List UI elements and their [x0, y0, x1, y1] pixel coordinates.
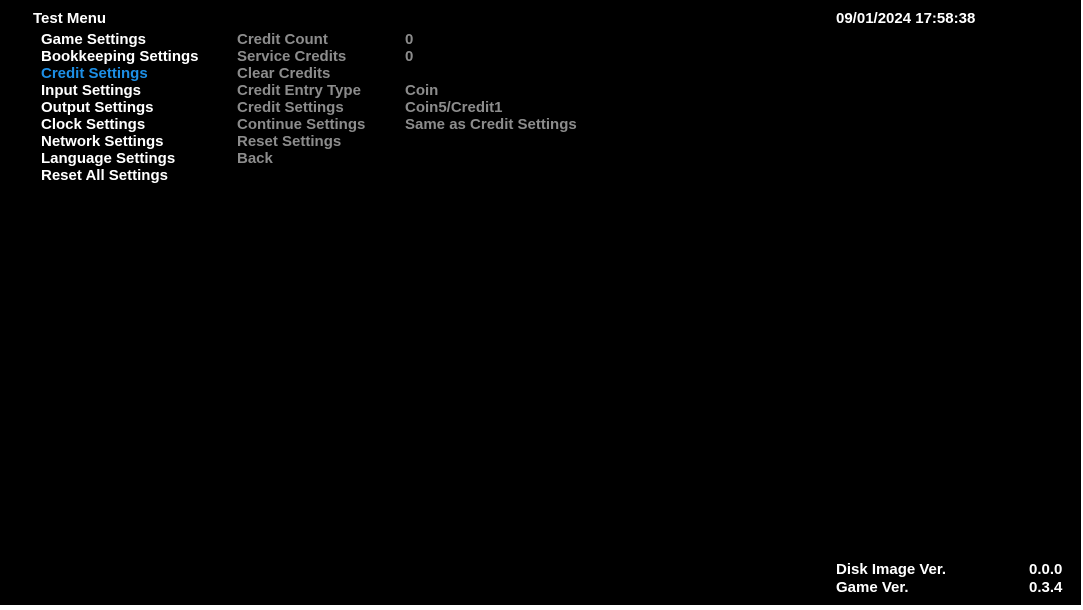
page-title: Test Menu: [33, 10, 107, 27]
disk-image-version-row: Disk Image Ver. 0.0.0: [836, 561, 1081, 579]
credit-settings-values: 0 0 Coin Coin5/Credit1 Same as Credit Se…: [405, 31, 577, 167]
submenu-item-continue-settings[interactable]: Continue Settings: [237, 116, 365, 133]
submenu-item-credit-count[interactable]: Credit Count: [237, 31, 365, 48]
main-menu: Game Settings Bookkeeping Settings Credi…: [41, 31, 199, 184]
game-version-label: Game Ver.: [836, 579, 909, 596]
credit-entry-type-value: Coin: [405, 82, 439, 99]
menu-item-credit-settings[interactable]: Credit Settings: [41, 65, 199, 82]
submenu-item-credit-entry-type[interactable]: Credit Entry Type: [237, 82, 365, 99]
version-info: Disk Image Ver. 0.0.0 Game Ver. 0.3.4: [836, 561, 1081, 597]
credit-settings-submenu: Credit Count Service Credits Clear Credi…: [237, 31, 365, 167]
back-value: [405, 150, 577, 167]
menu-item-reset-all-settings[interactable]: Reset All Settings: [41, 167, 199, 184]
submenu-item-reset-settings[interactable]: Reset Settings: [237, 133, 365, 150]
credit-count-value: 0: [405, 31, 414, 48]
clear-credits-value: [405, 65, 577, 82]
submenu-item-service-credits[interactable]: Service Credits: [237, 48, 365, 65]
menu-item-clock-settings[interactable]: Clock Settings: [41, 116, 199, 133]
submenu-item-back[interactable]: Back: [237, 150, 365, 167]
submenu-item-credit-settings[interactable]: Credit Settings: [237, 99, 365, 116]
disk-image-version-value: 0.0.0: [1029, 561, 1063, 578]
credit-settings-value: Coin5/Credit1: [405, 99, 503, 116]
menu-item-output-settings[interactable]: Output Settings: [41, 99, 199, 116]
continue-settings-value: Same as Credit Settings: [405, 116, 577, 133]
game-version-value: 0.3.4: [1029, 579, 1063, 596]
menu-item-bookkeeping-settings[interactable]: Bookkeeping Settings: [41, 48, 199, 65]
menu-item-game-settings[interactable]: Game Settings: [41, 31, 199, 48]
reset-settings-value: [405, 133, 577, 150]
datetime-display: 09/01/2024 17:58:38: [836, 10, 976, 27]
service-credits-value: 0: [405, 48, 414, 65]
disk-image-version-label: Disk Image Ver.: [836, 561, 947, 578]
game-version-row: Game Ver. 0.3.4: [836, 579, 1081, 597]
test-menu-screen: Test Menu 09/01/2024 17:58:38 Game Setti…: [0, 0, 1081, 605]
menu-item-language-settings[interactable]: Language Settings: [41, 150, 199, 167]
menu-item-input-settings[interactable]: Input Settings: [41, 82, 199, 99]
submenu-item-clear-credits[interactable]: Clear Credits: [237, 65, 365, 82]
menu-item-network-settings[interactable]: Network Settings: [41, 133, 199, 150]
